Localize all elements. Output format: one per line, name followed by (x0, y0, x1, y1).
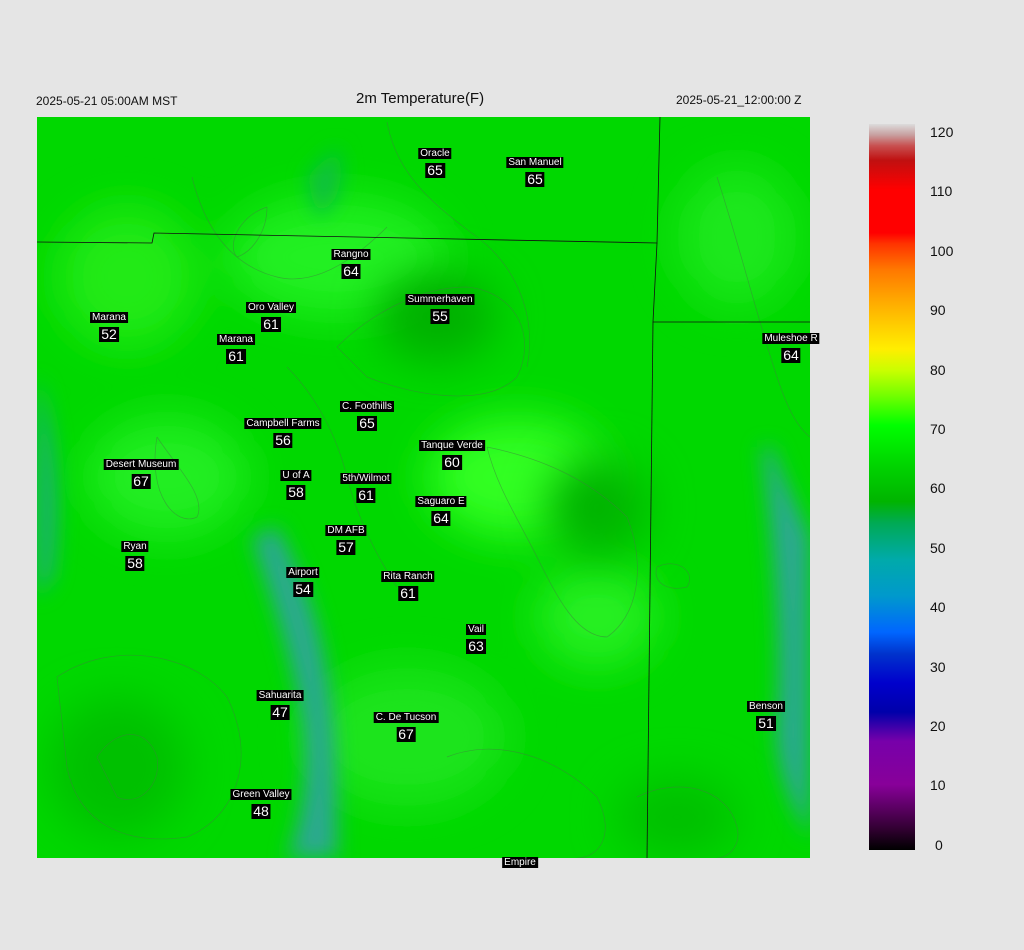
location-name: Saguaro E (415, 496, 467, 507)
location-5th-wilmot: 5th/Wilmot 61 (340, 468, 392, 503)
location-tanque-verde: Tanque Verde 60 (419, 435, 485, 470)
location-san-manuel: San Manuel 65 (506, 152, 564, 187)
colorbar-tick-label: 50 (930, 540, 946, 556)
location-oro-valley: Oro Valley 61 (246, 297, 296, 332)
temperature-value: 67 (131, 473, 151, 489)
colorbar-tick-label: 40 (930, 599, 946, 615)
location-oracle: Oracle 65 (418, 143, 452, 178)
location-campbell-farms: Campbell Farms 56 (244, 413, 322, 448)
temperature-value: 55 (430, 308, 450, 324)
temperature-value: 60 (442, 454, 462, 470)
location-sahuarita: Sahuarita 47 (256, 685, 304, 720)
temperature-value: 47 (270, 704, 290, 720)
temperature-value: 52 (99, 326, 119, 342)
valid-time-utc: 2025-05-21_12:00:00 Z (676, 93, 802, 107)
location-name: Rangno (331, 249, 371, 260)
location-name: Marana (90, 312, 128, 323)
colorbar-tick-label: 90 (930, 302, 946, 318)
location-green-valley: Green Valley 48 (230, 784, 292, 819)
location-name: Vail (466, 624, 486, 635)
location-rita-ranch: Rita Ranch 61 (381, 566, 435, 601)
temperature-colorbar (869, 124, 915, 850)
temperature-value: 65 (357, 415, 377, 431)
colorbar-tick-label: 100 (930, 243, 954, 259)
location-name: Desert Museum (103, 459, 179, 470)
location-name: Muleshoe R (762, 333, 820, 344)
temperature-value: 61 (398, 585, 418, 601)
location-name: Oracle (418, 148, 452, 159)
colorbar-tick-label: 110 (930, 183, 953, 199)
temperature-value: 64 (781, 347, 801, 363)
location-name: DM AFB (325, 525, 367, 536)
location-u-of-a: U of A 58 (280, 465, 312, 500)
location-name: Marana (217, 334, 255, 345)
colorbar-tick-label: 10 (930, 777, 946, 793)
temperature-value: 48 (251, 803, 271, 819)
temperature-value: 61 (226, 348, 246, 364)
location-c-de-tucson: C. De Tucson 67 (373, 707, 439, 742)
location-muleshoe-r: Muleshoe R 64 (762, 328, 820, 363)
location-name: Tanque Verde (419, 440, 485, 451)
temperature-value: 54 (293, 581, 313, 597)
location-name: Green Valley (230, 789, 292, 800)
location-marana: Marana 61 (217, 329, 255, 364)
location-name: Airport (286, 567, 320, 578)
colorbar-tick-label: 80 (930, 362, 946, 378)
temperature-value: 63 (466, 638, 486, 654)
location-c-foothills: C. Foothills 65 (339, 396, 395, 431)
location-name: Empire (502, 857, 538, 868)
valid-time-local: 2025-05-21 05:00AM MST (36, 94, 178, 108)
temperature-value: 64 (341, 263, 361, 279)
location-vail: Vail 63 (466, 619, 486, 654)
colorbar-tick-label: 20 (930, 718, 946, 734)
location-ryan: Ryan 58 (121, 536, 149, 571)
colorbar-tick-label: 0 (935, 837, 943, 853)
temperature-value: 58 (125, 555, 145, 571)
temperature-value: 57 (336, 539, 356, 555)
location-desert-museum: Desert Museum 67 (103, 454, 179, 489)
location-name: San Manuel (506, 157, 564, 168)
location-rangno: Rangno 64 (331, 244, 371, 279)
location-benson: Benson 51 (747, 696, 785, 731)
colorbar-tick-label: 60 (930, 480, 946, 496)
temperature-value: 65 (425, 162, 445, 178)
temperature-value: 67 (396, 726, 416, 742)
location-empire: Empire (502, 852, 538, 870)
location-name: 5th/Wilmot (340, 473, 392, 484)
location-name: Summerhaven (405, 294, 475, 305)
colorbar-tick-label: 30 (930, 659, 946, 675)
temperature-value: 51 (756, 715, 776, 731)
location-saguaro-e: Saguaro E 64 (415, 491, 467, 526)
temperature-value: 61 (356, 487, 376, 503)
location-name: U of A (280, 470, 312, 481)
temperature-value: 64 (431, 510, 451, 526)
location-marana-west: Marana 52 (90, 307, 128, 342)
map-title: 2m Temperature(F) (356, 90, 485, 107)
location-summerhaven: Summerhaven 55 (405, 289, 475, 324)
location-name: Sahuarita (256, 690, 304, 701)
location-name: Ryan (121, 541, 149, 552)
temperature-value: 65 (525, 171, 545, 187)
location-name: C. De Tucson (373, 712, 439, 723)
temperature-value: 56 (273, 432, 293, 448)
location-name: Rita Ranch (381, 571, 435, 582)
location-airport: Airport 54 (286, 562, 320, 597)
location-name: Campbell Farms (244, 418, 322, 429)
location-name: C. Foothills (339, 401, 395, 412)
location-name: Oro Valley (246, 302, 296, 313)
location-name: Benson (747, 701, 785, 712)
temperature-value: 61 (261, 316, 281, 332)
location-dm-afb: DM AFB 57 (325, 520, 367, 555)
temperature-value: 58 (286, 484, 306, 500)
colorbar-tick-label: 120 (930, 124, 954, 140)
colorbar-tick-label: 70 (930, 421, 946, 437)
